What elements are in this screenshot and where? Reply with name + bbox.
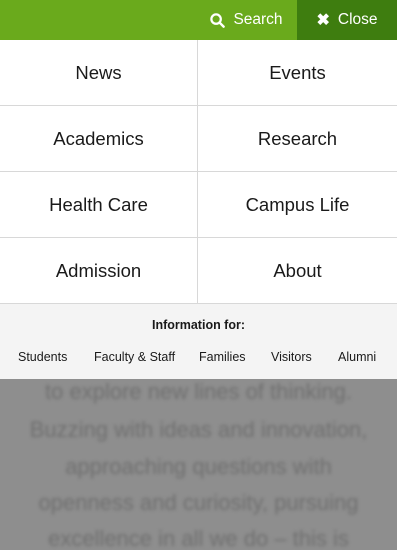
close-button[interactable]: ✖ Close — [297, 0, 397, 40]
audience-link-visitors[interactable]: Visitors — [271, 350, 312, 364]
page-background-content: to explore new lines of thinking. Buzzin… — [0, 379, 397, 550]
audience-link-faculty-staff[interactable]: Faculty & Staff — [94, 350, 175, 364]
audience-link-students[interactable]: Students — [18, 350, 67, 364]
menu-item-events[interactable]: Events — [198, 40, 397, 106]
information-for-panel: Information for: Students Faculty & Staf… — [0, 304, 397, 379]
information-for-heading: Information for: — [151, 318, 246, 332]
top-bar: Search ✖ Close — [0, 0, 397, 40]
close-button-label: Close — [337, 11, 378, 28]
menu-item-campus-life[interactable]: Campus Life — [198, 172, 397, 238]
menu-item-admission[interactable]: Admission — [0, 238, 198, 304]
search-button-label: Search — [233, 11, 283, 28]
audience-link-families[interactable]: Families — [199, 350, 246, 364]
background-text-line: approaching questions with — [65, 454, 332, 479]
search-icon — [210, 12, 226, 28]
audience-link-alumni[interactable]: Alumni — [338, 350, 376, 364]
menu-item-about[interactable]: About — [198, 238, 397, 304]
close-icon: ✖ — [316, 12, 330, 29]
background-text-line: to explore new lines of thinking. — [45, 379, 352, 404]
background-text-line: excellence in all we do – this is — [48, 526, 349, 550]
menu-item-health-care[interactable]: Health Care — [0, 172, 198, 238]
menu-item-news[interactable]: News — [0, 40, 198, 106]
menu-item-academics[interactable]: Academics — [0, 106, 198, 172]
background-text-line: openness and curiosity, pursuing — [38, 490, 359, 515]
main-menu: News Events Academics Research Health Ca… — [0, 40, 397, 304]
background-text-line: Buzzing with ideas and innovation, — [29, 417, 368, 442]
menu-item-research[interactable]: Research — [198, 106, 397, 172]
search-button[interactable]: Search — [196, 0, 297, 40]
